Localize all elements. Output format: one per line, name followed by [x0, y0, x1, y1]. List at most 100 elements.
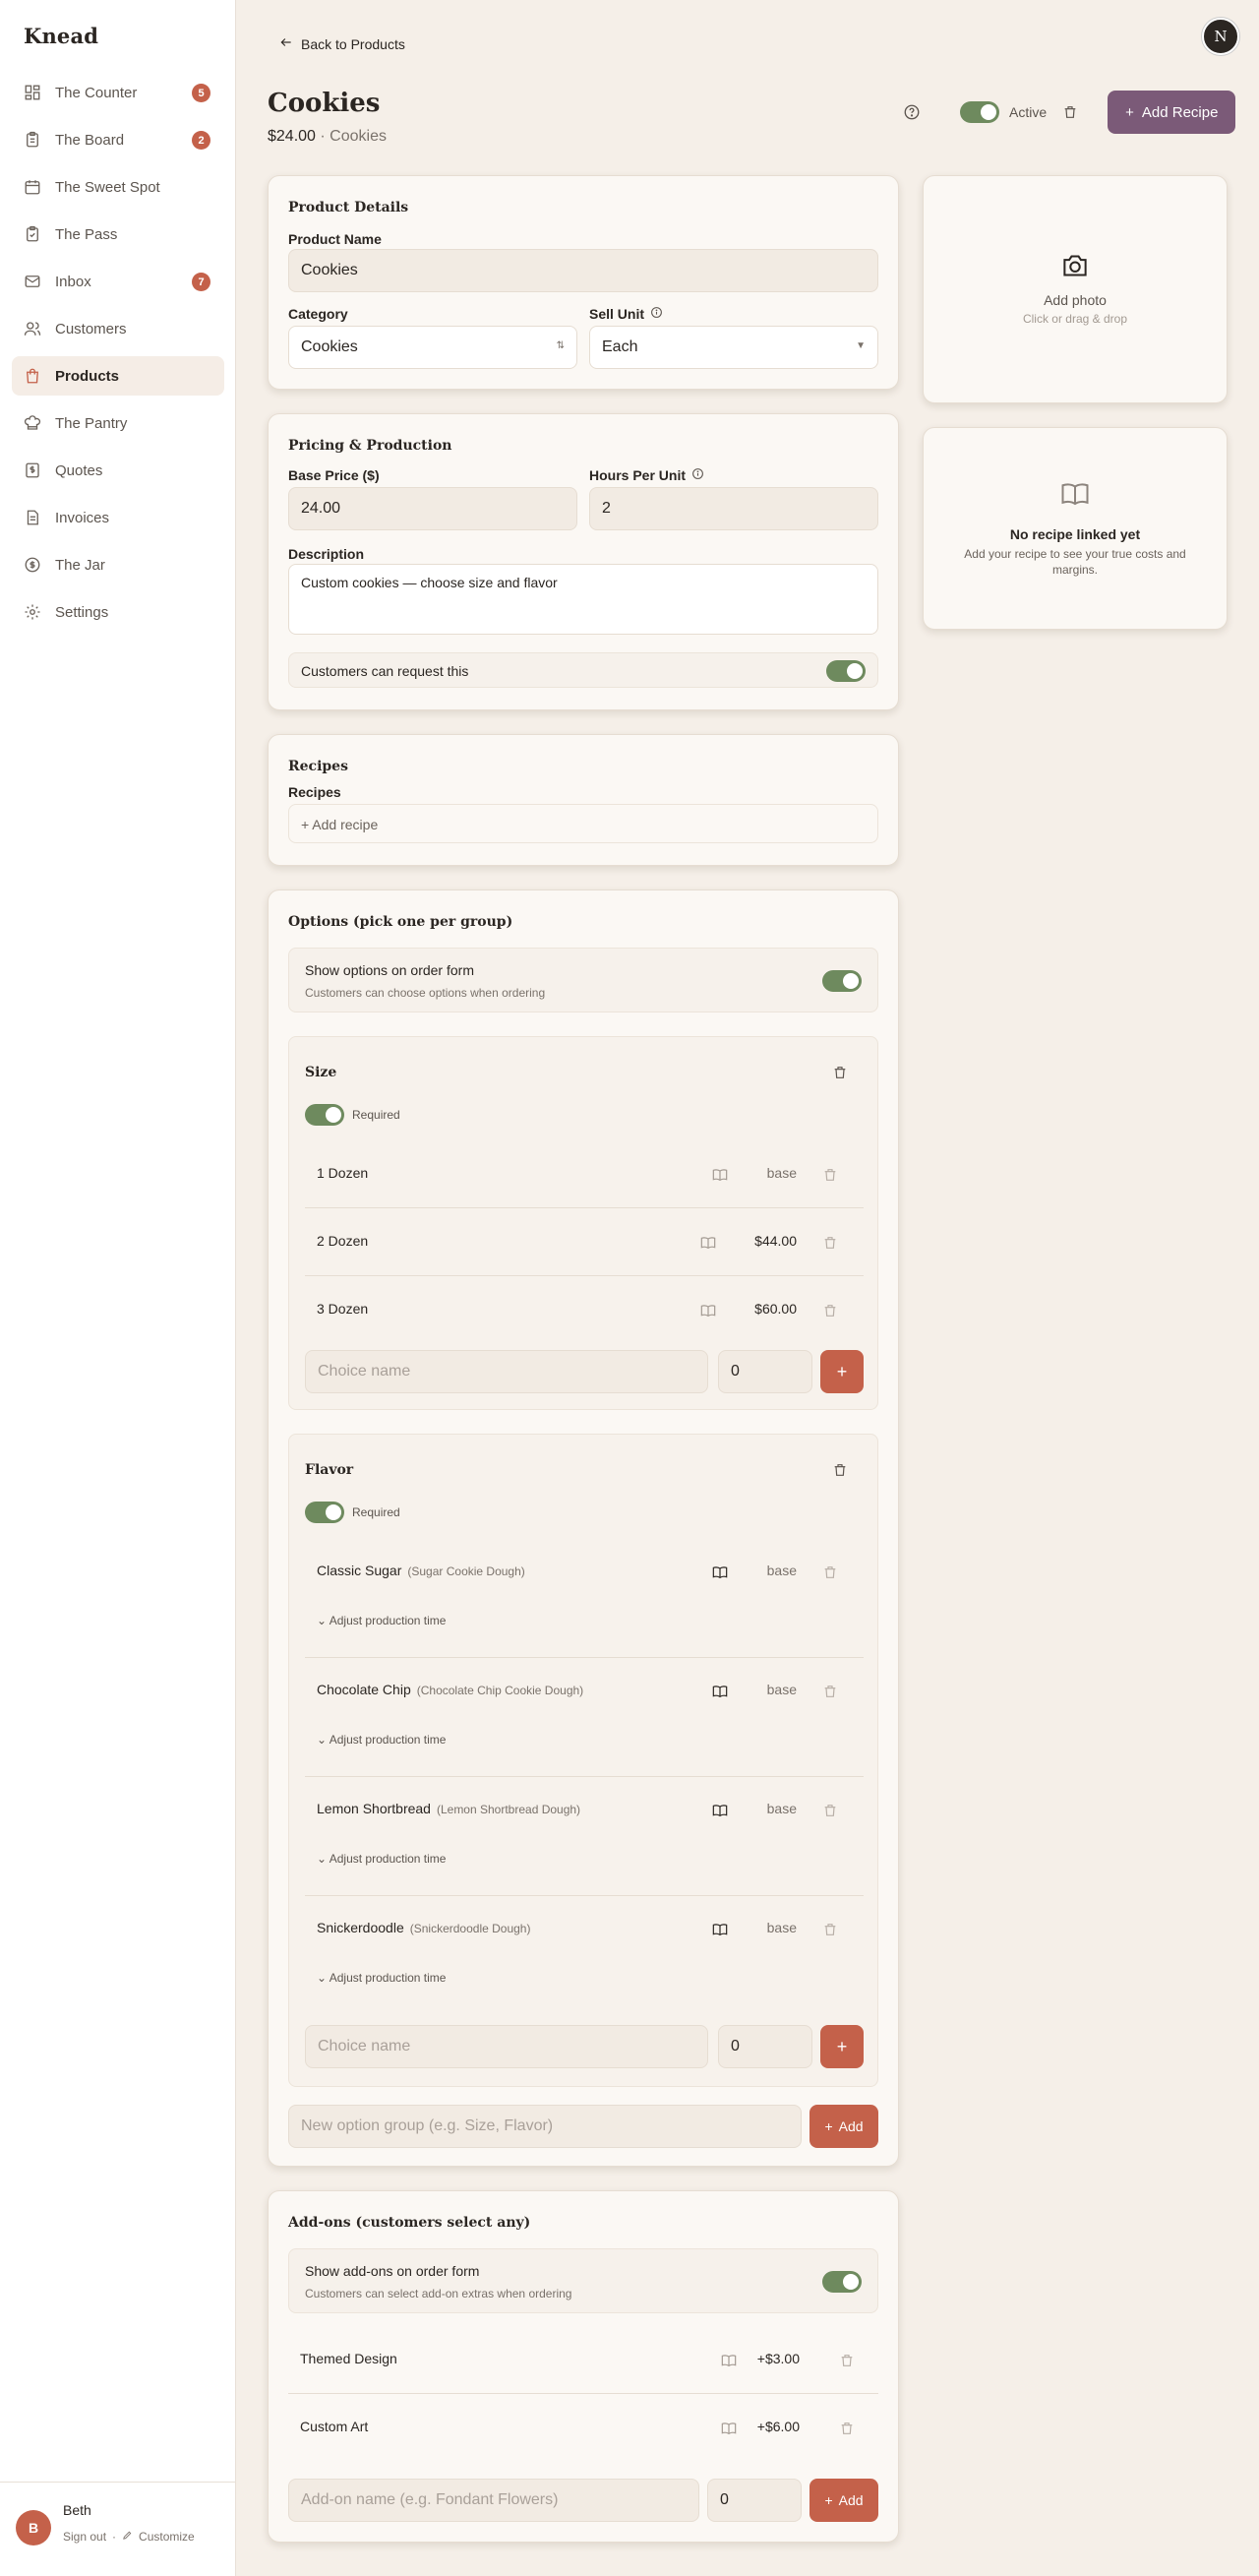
trash-icon[interactable] — [1062, 104, 1078, 120]
sell-unit-select[interactable]: Each ▼ — [589, 326, 878, 369]
choice-price[interactable]: base — [738, 1165, 797, 1181]
addon-name[interactable]: Themed Design — [300, 2351, 397, 2366]
sidebar-item-the-pass[interactable]: The Pass — [12, 215, 224, 254]
trash-icon[interactable] — [822, 1235, 838, 1251]
info-icon[interactable] — [691, 467, 704, 483]
product-category: Cookies — [330, 128, 387, 145]
choice-name[interactable]: Lemon Shortbread (Lemon Shortbread Dough) — [317, 1801, 580, 1816]
book-icon[interactable] — [721, 2354, 737, 2367]
category-select[interactable]: Cookies ⇅ — [288, 326, 577, 369]
choice-name-input[interactable]: Choice name — [305, 1350, 708, 1393]
choice-name-input[interactable]: Choice name — [305, 2025, 708, 2068]
users-icon — [24, 320, 41, 337]
book-icon[interactable] — [712, 1168, 728, 1182]
help-icon[interactable] — [903, 103, 921, 121]
book-icon[interactable] — [712, 1685, 728, 1698]
trash-icon[interactable] — [822, 1922, 838, 1937]
hours-input[interactable]: 2 — [589, 487, 878, 530]
choice-price[interactable]: base — [738, 1920, 797, 1935]
adjust-production-toggle[interactable]: ⌄ Adjust production time — [317, 1733, 446, 1747]
choice-price-input[interactable]: 0 — [718, 2025, 812, 2068]
required-toggle[interactable] — [305, 1502, 344, 1523]
choice-price[interactable]: $44.00 — [738, 1233, 797, 1249]
choice-price[interactable]: $60.00 — [738, 1301, 797, 1317]
choice-name[interactable]: Snickerdoodle (Snickerdoodle Dough) — [317, 1920, 530, 1935]
active-toggle[interactable] — [960, 101, 999, 123]
add-choice-button[interactable]: + — [820, 2025, 864, 2068]
sidebar-item-invoices[interactable]: Invoices — [12, 498, 224, 537]
choice-name[interactable]: 1 Dozen — [317, 1165, 368, 1181]
sidebar-item-customers[interactable]: Customers — [12, 309, 224, 348]
sidebar-item-the-sweet-spot[interactable]: The Sweet Spot — [12, 167, 224, 207]
required-toggle[interactable] — [305, 1104, 344, 1126]
sidebar-item-the-board[interactable]: The Board 2 — [12, 120, 224, 159]
info-icon[interactable] — [650, 306, 663, 322]
addon-name-input[interactable]: Add-on name (e.g. Fondant Flowers) — [288, 2479, 699, 2522]
trash-icon[interactable] — [822, 1167, 838, 1183]
addon-name[interactable]: Custom Art — [300, 2419, 368, 2434]
show-options-toggle[interactable] — [822, 970, 862, 992]
new-option-group-input[interactable]: New option group (e.g. Size, Flavor) — [288, 2105, 802, 2148]
add-recipe-row[interactable]: + Add recipe — [288, 804, 878, 843]
choice-name[interactable]: Classic Sugar (Sugar Cookie Dough) — [317, 1563, 525, 1578]
sidebar-item-the-pantry[interactable]: The Pantry — [12, 403, 224, 443]
addon-price[interactable]: +$3.00 — [741, 2351, 800, 2366]
book-icon[interactable] — [700, 1236, 716, 1250]
choice-price[interactable]: base — [738, 1682, 797, 1697]
add-choice-button[interactable]: + — [820, 1350, 864, 1393]
book-icon[interactable] — [712, 1923, 728, 1936]
book-icon[interactable] — [712, 1565, 728, 1579]
adjust-label: Adjust production time — [329, 1852, 447, 1866]
page-subtitle: $24.00 · Cookies — [268, 128, 387, 146]
add-photo-card[interactable]: Add photo Click or drag & drop — [923, 175, 1228, 403]
adjust-production-toggle[interactable]: ⌄ Adjust production time — [317, 1971, 446, 1985]
trash-icon[interactable] — [839, 2353, 855, 2368]
trash-icon[interactable] — [822, 1564, 838, 1580]
adjust-production-toggle[interactable]: ⌄ Adjust production time — [317, 1852, 446, 1866]
addon-price[interactable]: +$6.00 — [741, 2419, 800, 2434]
trash-icon[interactable] — [839, 2421, 855, 2436]
book-icon[interactable] — [721, 2422, 737, 2435]
book-icon[interactable] — [700, 1304, 716, 1318]
add-photo-hint: Click or drag & drop — [1022, 312, 1128, 326]
base-price-input[interactable]: 24.00 — [288, 487, 577, 530]
clipboard-check-icon — [24, 225, 41, 243]
book-icon[interactable] — [712, 1804, 728, 1817]
active-label: Active — [1009, 104, 1048, 120]
choice-price[interactable]: base — [738, 1563, 797, 1578]
back-to-products-link[interactable]: Back to Products — [279, 35, 405, 52]
add-recipe-button[interactable]: + Add Recipe — [1108, 91, 1236, 134]
sign-out-link[interactable]: Sign out — [63, 2530, 106, 2544]
sidebar-item-quotes[interactable]: Quotes — [12, 451, 224, 490]
addon-row: Themed Design +$3.00 — [288, 2327, 878, 2394]
option-group-size: Size Required 1 Dozen base 2 Dozen $44.0… — [288, 1036, 878, 1410]
trash-icon[interactable] — [832, 1462, 848, 1478]
sidebar-item-settings[interactable]: Settings — [12, 592, 224, 632]
choice-name[interactable]: Chocolate Chip (Chocolate Chip Cookie Dou… — [317, 1682, 583, 1697]
account-avatar[interactable]: N — [1202, 18, 1239, 55]
sidebar-item-the-counter[interactable]: The Counter 5 — [12, 73, 224, 112]
trash-icon[interactable] — [822, 1684, 838, 1699]
show-addons-toggle[interactable] — [822, 2271, 862, 2293]
adjust-production-toggle[interactable]: ⌄ Adjust production time — [317, 1614, 446, 1627]
choice-price-input[interactable]: 0 — [718, 1350, 812, 1393]
sidebar-item-inbox[interactable]: Inbox 7 — [12, 262, 224, 301]
trash-icon[interactable] — [822, 1303, 838, 1319]
add-option-group-button[interactable]: + Add — [809, 2105, 878, 2148]
description-textarea[interactable]: Custom cookies — choose size and flavor — [288, 564, 878, 635]
add-addon-button[interactable]: + Add — [809, 2479, 878, 2522]
product-name-input[interactable]: Cookies — [288, 249, 878, 292]
chevron-down-icon: ⌄ — [317, 1852, 328, 1866]
sidebar-item-the-jar[interactable]: The Jar — [12, 545, 224, 584]
addon-price-input[interactable]: 0 — [707, 2479, 802, 2522]
sidebar-item-products[interactable]: Products — [12, 356, 224, 396]
choice-name[interactable]: 3 Dozen — [317, 1301, 368, 1317]
choice-price[interactable]: base — [738, 1801, 797, 1816]
avatar[interactable]: B — [16, 2510, 51, 2545]
brand-logo[interactable]: Knead — [24, 24, 98, 48]
customers-request-toggle[interactable] — [826, 660, 866, 682]
choice-name[interactable]: 2 Dozen — [317, 1233, 368, 1249]
customize-link[interactable]: Customize — [139, 2530, 195, 2544]
trash-icon[interactable] — [832, 1065, 848, 1080]
trash-icon[interactable] — [822, 1803, 838, 1818]
